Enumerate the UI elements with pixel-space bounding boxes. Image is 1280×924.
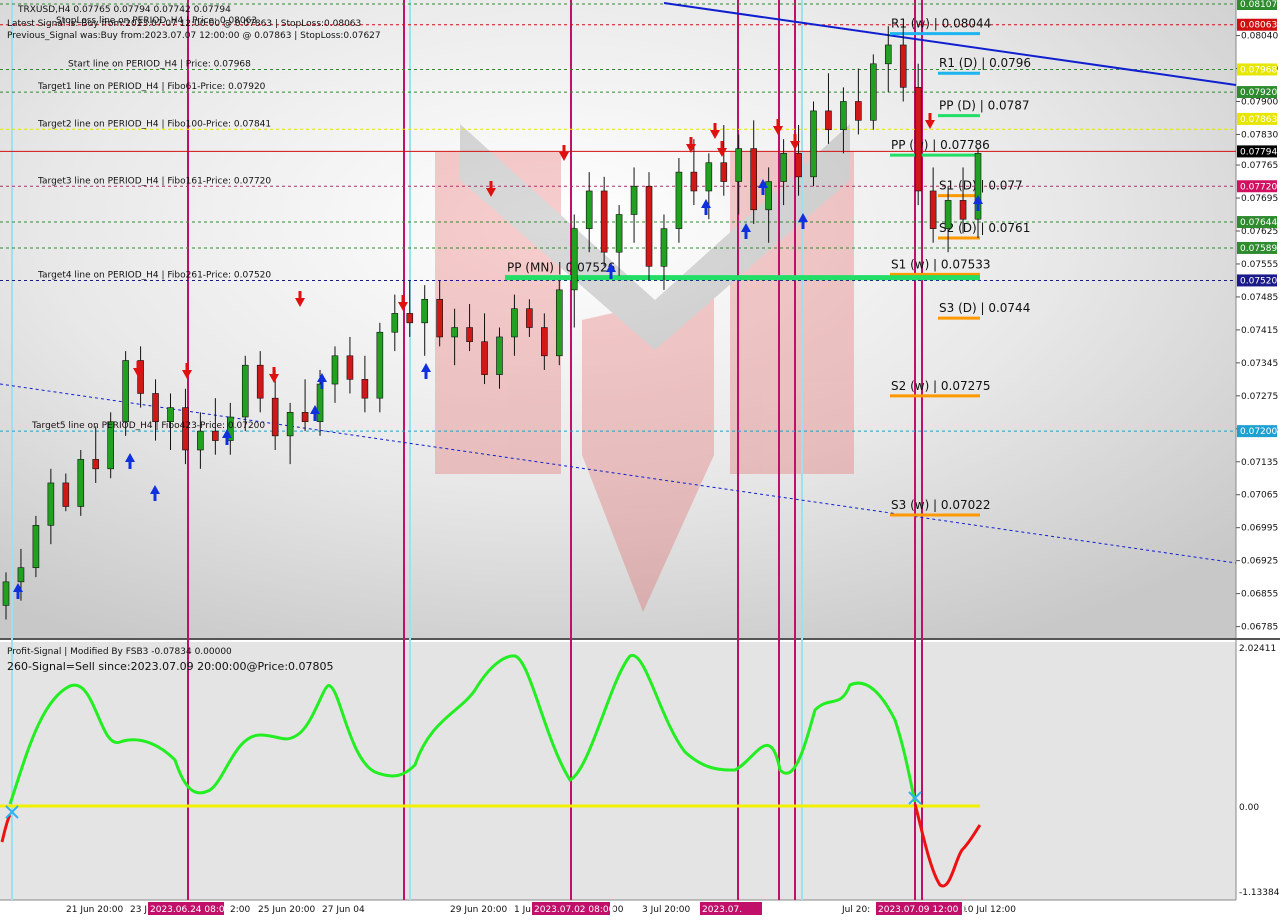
pivot-label: S1 (w) | 0.07533 [891, 257, 991, 271]
header-info-text: Latest Signal is: Buy from:2023.07.07 12… [7, 19, 361, 29]
candle [555, 280, 563, 366]
price-tick-label: 0.07345 [1241, 359, 1278, 369]
indicator-title: Profit-Signal | Modified By FSB3 -0.0783… [7, 647, 232, 657]
price-tick-label: 0.06995 [1241, 524, 1278, 534]
price-tag-label: 0.07968 [1240, 65, 1277, 75]
price-tick-label: 0.06785 [1241, 623, 1278, 633]
price-tick-label: 0.07275 [1241, 392, 1278, 402]
price-tag-label: 0.07720 [1240, 182, 1277, 192]
price-tag: 0.08107 [1237, 0, 1277, 10]
price-tick-label: 0.07135 [1241, 458, 1278, 468]
target-line-label: Target3 line on PERIOD_H4 | Fibo161-Pric… [37, 176, 271, 186]
price-tag-label: 0.07520 [1240, 276, 1277, 286]
price-tag: 0.07968 [1237, 63, 1277, 76]
time-highlight: 2023.06.24 08:00 [148, 902, 231, 915]
price-tag: 0.07520 [1237, 274, 1277, 287]
price-tick-label: 0.07555 [1241, 260, 1278, 270]
time-tick-label: 27 Jun 04 [322, 905, 365, 915]
time-tick-label: Jul 20: [841, 905, 870, 915]
time-highlight-label: 2023.07.02 08:00 [534, 905, 615, 915]
time-tick-label: 10 Jul 12:00 [962, 905, 1016, 915]
target-line-label: Target1 line on PERIOD_H4 | Fibo61-Price… [37, 82, 266, 92]
price-tick-label: 0.07695 [1241, 194, 1278, 204]
pivot-label: R1 (D) | 0.0796 [939, 56, 1031, 70]
time-tick-label: 1 Ju [514, 905, 531, 915]
target-line-label: Target5 line on PERIOD_H4 | Fibo423-Pric… [31, 421, 265, 431]
indicator-tick-label: 2.02411 [1239, 644, 1276, 654]
indicator-tick-label: -1.13384 [1239, 888, 1280, 898]
time-highlight: 2023.07.02 08:00 [532, 902, 615, 915]
target-line-label: Target2 line on PERIOD_H4 | Fibo100-Pric… [37, 119, 271, 129]
pivot-label: S2 (D) | 0.0761 [939, 221, 1030, 235]
indicator-tick-label: 0.00 [1239, 803, 1259, 813]
price-tag-label: 0.07589 [1240, 244, 1277, 254]
pivot-label: PP (MN) | 0.07526 [507, 261, 615, 275]
price-tick-label: 0.06855 [1241, 590, 1278, 600]
pivot-label: S3 (D) | 0.0744 [939, 301, 1030, 315]
price-tag: 0.07589 [1237, 241, 1277, 254]
header-info-text: Previous_Signal was:Buy from:2023.07.07 … [7, 31, 381, 41]
time-tick-label: 21 Jun 20:00 [66, 905, 123, 915]
price-tag: 0.07863 [1237, 112, 1277, 125]
pivot-label: PP (w) | 0.07786 [891, 138, 990, 152]
price-tick-label: 0.07415 [1241, 326, 1278, 336]
mt4-chart-window: R1 (w) | 0.08044 R1 (D) | 0.0796 PP (D) | … [0, 0, 1280, 920]
time-tick-label: 2:00 [230, 905, 250, 915]
price-chart[interactable]: R1 (w) | 0.08044 R1 (D) | 0.0796 PP (D) | … [0, 0, 1280, 920]
price-tag-label: 0.07200 [1240, 427, 1277, 437]
price-tick-label: 0.07830 [1241, 130, 1278, 140]
price-tick-label: 0.07485 [1241, 293, 1278, 303]
time-highlight: 2023.07.09 12:00 0 [876, 902, 967, 915]
price-tag-label: 0.07794 [1240, 147, 1277, 157]
time-highlight-label: 2023.06.24 08:00 [150, 905, 231, 915]
price-tag: 0.07200 [1237, 425, 1277, 438]
price-tag-label: 0.08063 [1240, 21, 1277, 31]
time-highlight-label: 2023.07.09 12:00 0 [878, 905, 967, 915]
pivot-label: S3 (w) | 0.07022 [891, 498, 991, 512]
price-tag-label: 0.08107 [1240, 0, 1277, 10]
target-line-label: Target4 line on PERIOD_H4 | Fibo261-Pric… [37, 270, 271, 280]
pivot-label: PP (D) | 0.0787 [939, 99, 1030, 113]
price-tick-label: 0.07065 [1241, 491, 1278, 501]
header-info-text: TRXUSD,H4 0.07765 0.07794 0.07742 0.0779… [17, 5, 231, 15]
time-highlight-label: 2023.07. [702, 905, 742, 915]
target-line-label: Start line on PERIOD_H4 | Price: 0.07968 [68, 59, 251, 69]
price-tick-label: 0.07625 [1241, 227, 1278, 237]
time-tick-label: 3 Jul 20:00 [642, 905, 691, 915]
time-highlight: 2023.07. [700, 902, 762, 915]
candle [645, 172, 653, 281]
time-tick-label: 23 J [130, 905, 147, 915]
candle [870, 54, 877, 130]
price-tick-label: 0.08040 [1241, 32, 1278, 42]
price-tick-label: 0.06925 [1241, 557, 1278, 567]
time-tick-label: 29 Jun 20:00 [450, 905, 507, 915]
price-tag: 0.07794 [1237, 145, 1277, 158]
candle [77, 449, 85, 516]
price-tag: 0.07920 [1237, 86, 1277, 99]
price-tag-label: 0.07644 [1240, 218, 1277, 228]
price-tick-label: 0.07765 [1241, 161, 1278, 171]
price-tag: 0.07720 [1237, 180, 1277, 193]
time-tick-label: 25 Jun 20:00 [258, 905, 315, 915]
price-tag: 0.08063 [1237, 18, 1277, 31]
pivot-label: R1 (w) | 0.08044 [891, 17, 991, 31]
price-tag: 0.07644 [1237, 216, 1277, 229]
price-tag-label: 0.07863 [1240, 115, 1277, 125]
price-tick-label: 0.07900 [1241, 97, 1278, 107]
price-tag-label: 0.07920 [1240, 88, 1277, 98]
pivot-label: S2 (w) | 0.07275 [891, 379, 991, 393]
indicator-signal-text: 260-Signal=Sell since:2023.07.09 20:00:0… [7, 660, 334, 673]
candle [32, 515, 40, 578]
candle [810, 101, 817, 187]
